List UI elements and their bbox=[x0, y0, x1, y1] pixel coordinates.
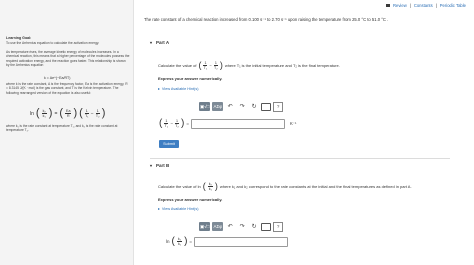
rearranged-equation: ln ( k₂ k₁ ) = ( Ea R ) ( 1 T₁ − 1 T₂ ) bbox=[30, 107, 106, 119]
ea-over-r: Ea R bbox=[65, 109, 72, 118]
part-a-header[interactable]: ▾ Part A bbox=[150, 40, 169, 45]
part-b-answer-row: ln ( k₂ k₁ ) = bbox=[166, 236, 289, 247]
part-b-express: Express your answer numerically. bbox=[158, 197, 223, 202]
learning-goal-panel: Learning Goal: To use the Arrhenius equa… bbox=[0, 0, 134, 265]
part-b-answer-input[interactable] bbox=[194, 236, 289, 247]
keyboard-icon[interactable] bbox=[261, 102, 272, 111]
symbols-button[interactable]: AΣφ bbox=[212, 102, 224, 111]
collapse-icon: ▾ bbox=[150, 40, 153, 45]
help-button[interactable]: ? bbox=[273, 221, 284, 232]
submit-button[interactable]: Submit bbox=[159, 140, 179, 148]
symbols-button[interactable]: AΣφ bbox=[212, 222, 224, 231]
collapse-icon: ▾ bbox=[150, 163, 153, 168]
ln-label: ln bbox=[30, 110, 34, 117]
part-a-answer-row: ( 1 T₁ − 1 T₂ ) = K⁻¹ bbox=[159, 118, 297, 129]
reset-icon[interactable]: ↻ bbox=[249, 223, 259, 230]
part-a-hints[interactable]: ▸ View Available Hint(s) bbox=[158, 86, 199, 92]
redo-icon[interactable]: ↷ bbox=[237, 223, 247, 230]
help-button[interactable]: ? bbox=[273, 101, 284, 112]
periodic-table-link[interactable]: Periodic Table bbox=[440, 3, 466, 8]
templates-button[interactable]: ▣√□ bbox=[199, 222, 211, 231]
part-b-header[interactable]: ▾ Part B bbox=[150, 163, 169, 168]
problem-statement: The rate constant of a chemical reaction… bbox=[144, 17, 389, 22]
top-links-bar: Review | Constants | Periodic Table bbox=[134, 0, 474, 11]
caret-icon: ▸ bbox=[158, 207, 160, 211]
part-b-toolbar: ▣√□ AΣφ ↶ ↷ ↻ ? bbox=[199, 221, 284, 232]
part-a-express: Express your answer numerically. bbox=[158, 76, 223, 81]
undo-icon[interactable]: ↶ bbox=[225, 103, 235, 110]
part-a-question: Calculate the value of ( 1 T₁ − 1 T₂ ) whe… bbox=[158, 60, 340, 70]
learning-goal-title: Learning Goal: bbox=[6, 36, 32, 40]
review-link[interactable]: Review bbox=[393, 3, 407, 8]
review-icon bbox=[385, 4, 390, 7]
k-ratio: k₂ k₁ bbox=[41, 109, 47, 118]
learning-goal-text: To use the Arrhenius equation to calcula… bbox=[6, 41, 100, 45]
undo-icon[interactable]: ↶ bbox=[225, 223, 235, 230]
keyboard-icon[interactable] bbox=[261, 222, 272, 231]
unit-label: K⁻¹ bbox=[289, 121, 297, 126]
arrhenius-equation: k = Ae^(−Ea/RT) bbox=[44, 76, 71, 80]
intro-paragraph: As temperature rises, the average kineti… bbox=[6, 50, 130, 68]
part-a-answer-input[interactable] bbox=[190, 118, 285, 129]
variables-paragraph: where k is the rate constant, A is the f… bbox=[6, 82, 128, 95]
redo-icon[interactable]: ↷ bbox=[237, 103, 247, 110]
rate-constant-note: where k₁ is the rate constant at tempera… bbox=[6, 124, 118, 133]
part-a-toolbar: ▣√□ AΣφ ↶ ↷ ↻ ? bbox=[199, 101, 284, 112]
divider bbox=[150, 158, 450, 159]
constants-link[interactable]: Constants bbox=[414, 3, 433, 8]
caret-icon: ▸ bbox=[158, 87, 160, 91]
part-b-hints[interactable]: ▸ View Available Hint(s) bbox=[158, 206, 199, 212]
reset-icon[interactable]: ↻ bbox=[249, 103, 259, 110]
templates-button[interactable]: ▣√□ bbox=[199, 102, 211, 111]
part-b-question: Calculate the value of ln ( k₂ k₁ ) where… bbox=[158, 181, 412, 191]
